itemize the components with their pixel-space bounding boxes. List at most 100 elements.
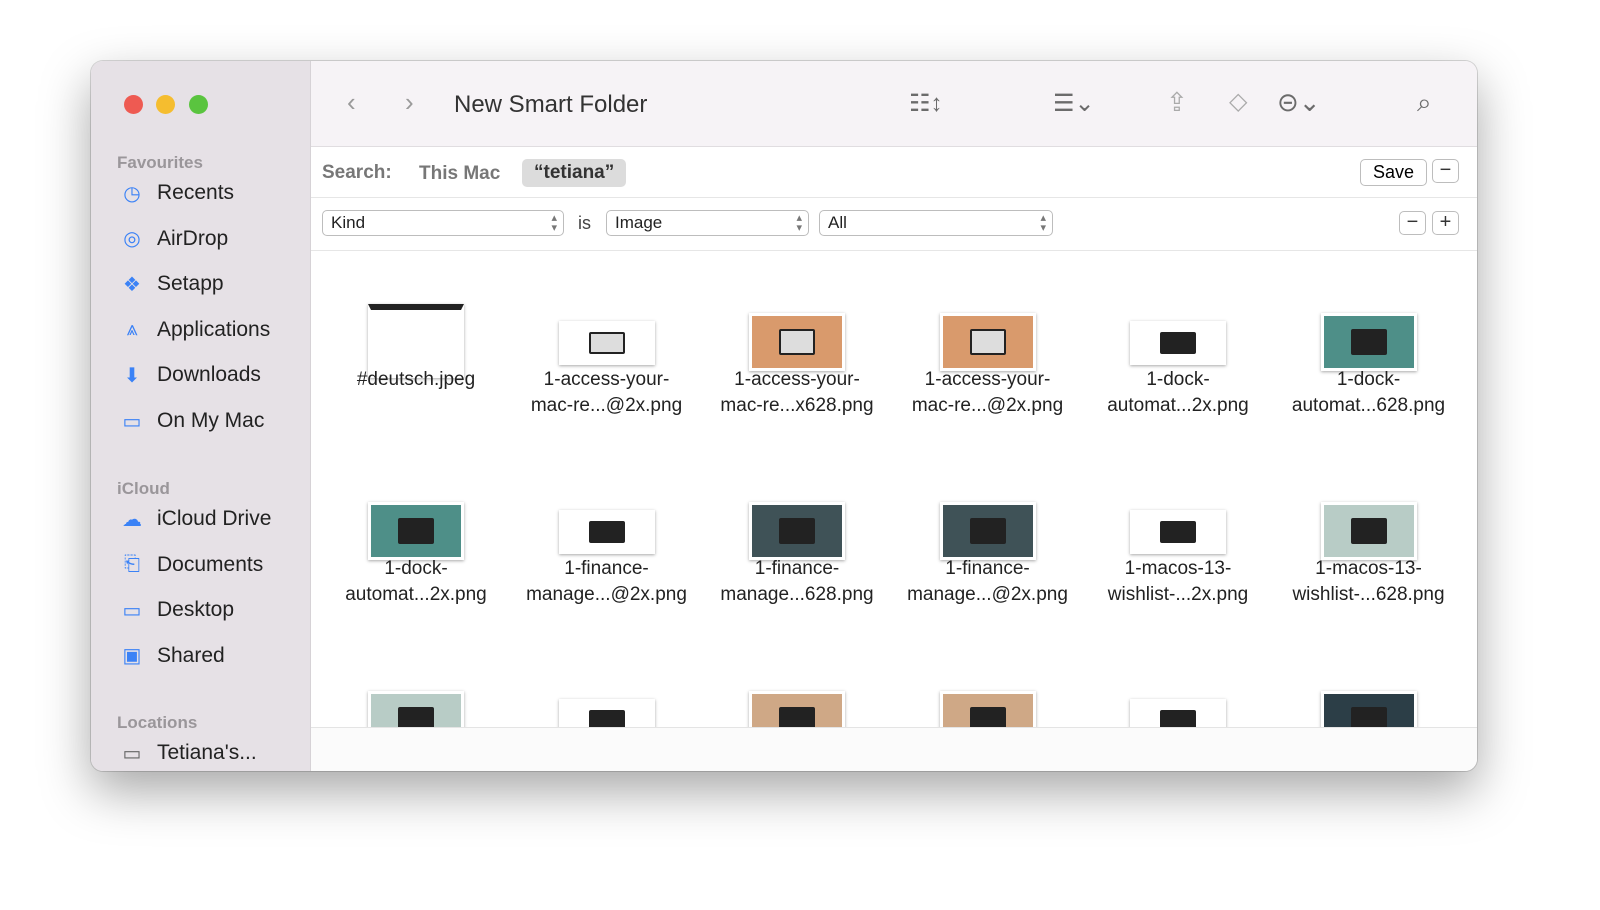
sidebar-item-airdrop[interactable]: ◎ AirDrop <box>119 224 228 254</box>
image-content <box>969 329 1006 355</box>
file-name: 1-dock-automat...2x.png <box>1088 367 1268 419</box>
add-criterion-button[interactable]: + <box>1432 211 1459 235</box>
sidebar-item-setapp[interactable]: ❖ Setapp <box>119 269 224 299</box>
remove-criterion-button[interactable]: − <box>1399 211 1426 235</box>
sidebar-item-label: Recents <box>157 181 235 204</box>
file-name-line1: 1-macos-13- <box>1124 558 1232 579</box>
sidebar-item-label: Downloads <box>157 363 261 387</box>
file-name: 1-access-your-mac-re...x628.png <box>707 367 887 419</box>
file-thumbnail <box>749 313 845 371</box>
file-thumbnail <box>368 691 464 727</box>
sidebar-item-desktop[interactable]: ▭ Desktop <box>119 595 235 625</box>
image-content <box>779 329 815 355</box>
zoom-button[interactable] <box>189 95 208 114</box>
file-name-line1: 1-finance- <box>564 558 649 579</box>
airdrop-icon: ◎ <box>123 228 141 251</box>
forward-icon[interactable]: › <box>405 87 414 118</box>
value-text: Image <box>615 213 663 232</box>
file-name-line2: automat...2x.png <box>345 584 487 605</box>
scope-this-mac[interactable]: This Mac <box>419 163 500 185</box>
image-content <box>588 521 625 543</box>
sidebar-item-label: Shared <box>157 643 225 667</box>
file-name-line2: manage...628.png <box>720 584 874 605</box>
sidebar-section-title: Favourites <box>117 153 203 172</box>
image-content <box>398 518 434 544</box>
file-thumbnail <box>558 510 655 554</box>
file-name: 1-finance-manage...@2x.png <box>898 556 1078 608</box>
search-icon[interactable]: ⌕ <box>1417 87 1432 119</box>
file-name: #deutsch.jpeg <box>326 367 506 393</box>
image-content <box>1160 710 1196 727</box>
file-thumbnail <box>1130 699 1226 727</box>
sidebar-item-label: Setapp <box>157 272 224 296</box>
sidebar-item-documents[interactable]: ⎗ Documents <box>119 550 263 580</box>
file-name-line2: automat...2x.png <box>1107 395 1249 416</box>
attribute-popup[interactable]: Kind ▴ ▾ <box>322 210 564 236</box>
more-actions-icon[interactable]: ⊝⌄ <box>1277 87 1321 118</box>
file-name-line2: manage...@2x.png <box>526 584 687 605</box>
desktop-icon: ▭ <box>122 599 142 622</box>
updown-icon: ▴ ▾ <box>1040 212 1046 234</box>
setapp-icon: ❖ <box>123 273 141 296</box>
sidebar-item-tetiana-s-[interactable]: ▭ Tetiana's... <box>119 738 257 768</box>
back-icon[interactable]: ‹ <box>347 87 356 118</box>
sidebar-item-shared[interactable]: ▣ Shared <box>119 641 225 671</box>
file-name: 1-dock-automat...628.png <box>1279 367 1459 419</box>
sidebar-item-label: Desktop <box>157 598 235 622</box>
file-name: 1-finance-manage...@2x.png <box>517 556 697 608</box>
search-bar: Search: This Mac “tetiana” Save − <box>311 147 1477 198</box>
file-name-line1: 1-dock- <box>1146 369 1210 390</box>
sidebar-item-label: Documents <box>157 552 264 576</box>
file-name-line1: 1-dock- <box>384 558 448 579</box>
sidebar-item-downloads[interactable]: ⬇ Downloads <box>119 360 261 390</box>
shared-folder-icon: ▣ <box>122 645 142 668</box>
tag-icon[interactable]: ◇ <box>1229 87 1247 116</box>
file-name-line1: 1-finance- <box>945 558 1030 579</box>
download-icon: ⬇ <box>123 364 141 387</box>
file-name-line2: wishlist-...2x.png <box>1107 584 1249 605</box>
image-content <box>1160 332 1196 354</box>
scope-query[interactable]: “tetiana” <box>522 159 627 187</box>
remove-search-button[interactable]: − <box>1432 159 1459 183</box>
file-name: 1-dock-automat...2x.png <box>326 556 506 608</box>
sidebar-section-title: iCloud <box>117 479 170 498</box>
value-popup[interactable]: Image ▴ ▾ <box>606 210 809 236</box>
file-name-line1: 1-access-your- <box>734 369 860 390</box>
file-name-line2: mac-re...@2x.png <box>911 395 1064 416</box>
close-button[interactable] <box>124 95 143 114</box>
sidebar-item-on-my-mac[interactable]: ▭ On My Mac <box>119 406 265 436</box>
save-button[interactable]: Save <box>1360 159 1428 186</box>
icon-view-icon[interactable]: ☷↕ <box>909 89 943 118</box>
file-name-line1: #deutsch.jpeg <box>356 369 476 390</box>
sidebar-item-label: On My Mac <box>157 409 265 432</box>
image-content <box>1160 521 1196 543</box>
file-thumbnail <box>939 691 1036 727</box>
file-thumbnail <box>1320 502 1417 560</box>
criteria-row: Kind ▴ ▾ is Image ▴ ▾ All ▴ ▾ − + <box>311 198 1477 251</box>
image-content <box>779 707 815 727</box>
image-content <box>1350 329 1387 355</box>
sidebar-item-recents[interactable]: ◷ Recents <box>119 178 234 208</box>
file-thumbnail <box>1320 691 1417 727</box>
sidebar-item-applications[interactable]: ⩓ Applications <box>119 315 270 345</box>
file-name: 1-macos-13- wishlist-...2x.png <box>1088 556 1268 608</box>
sidebar-item-label: Tetiana's... <box>157 741 257 764</box>
group-by-icon[interactable]: ☰⌄ <box>1053 89 1095 118</box>
file-name: 1-finance-manage...628.png <box>707 556 887 608</box>
file-thumbnail <box>1130 321 1226 365</box>
file-thumbnail <box>1320 313 1417 371</box>
file-name-line1: 1-dock- <box>1336 369 1401 390</box>
subvalue-popup[interactable]: All ▴ ▾ <box>819 210 1053 236</box>
image-content <box>969 707 1006 727</box>
file-thumbnail <box>939 502 1036 560</box>
sidebar-section-title: Locations <box>117 713 198 732</box>
share-icon[interactable]: ⇪ <box>1166 87 1188 118</box>
image-content <box>1350 518 1387 544</box>
laptop-icon: ▭ <box>122 742 142 765</box>
file-thumbnail <box>368 502 464 560</box>
minimize-button[interactable] <box>156 95 175 114</box>
file-name-line1: 1-access-your- <box>924 369 1051 390</box>
sidebar-item-icloud-drive[interactable]: ☁ iCloud Drive <box>119 504 271 534</box>
finder-window: Favourites ◷ Recents ◎ AirDrop ❖ Setapp ⩓ Applic… <box>91 61 1477 771</box>
file-name-line1: 1-macos-13- <box>1315 558 1422 579</box>
